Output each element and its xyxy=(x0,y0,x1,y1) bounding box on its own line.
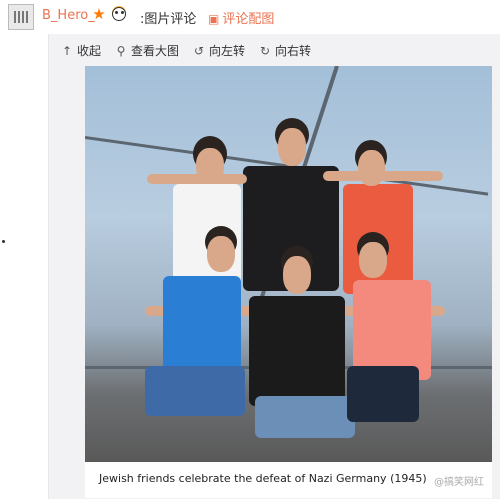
comment-header: B_Hero_ ★ :图片评论 ▣ 评论配图 xyxy=(0,0,500,34)
rotate-right-button[interactable]: ↻ 向右转 xyxy=(259,42,311,59)
jeans xyxy=(255,396,355,438)
person-face xyxy=(207,236,235,272)
magnifier-icon: ⚲ xyxy=(116,44,126,58)
arm xyxy=(147,174,247,184)
person-face xyxy=(278,128,306,166)
panda-icon[interactable] xyxy=(112,7,127,21)
rotate-left-button[interactable]: ↺ 向左转 xyxy=(193,42,245,59)
shorts xyxy=(347,366,419,422)
viewer-toolbar: ↑ 收起 ⚲ 查看大图 ↺ 向左转 ↻ 向右转 xyxy=(49,34,500,64)
collapse-label: 收起 xyxy=(77,44,102,58)
image-viewer: ↑ 收起 ⚲ 查看大图 ↺ 向左转 ↻ 向右转 Jewish friends c… xyxy=(48,34,500,499)
picture-icon: ▣ xyxy=(208,12,220,26)
bullet-dot xyxy=(2,240,5,243)
view-large-button[interactable]: ⚲ 查看大图 xyxy=(115,42,179,59)
rotate-right-icon: ↻ xyxy=(259,44,271,58)
user-avatar[interactable] xyxy=(8,4,34,30)
caption-strip: Jewish friends celebrate the defeat of N… xyxy=(85,462,492,498)
person-black-shirt-front xyxy=(249,296,345,406)
person-pink-shirt xyxy=(353,280,431,380)
photo-caption: Jewish friends celebrate the defeat of N… xyxy=(99,472,427,485)
star-icon[interactable]: ★ xyxy=(92,7,106,22)
jeans xyxy=(145,366,245,416)
username-link[interactable]: B_Hero_ xyxy=(42,8,95,23)
watermark: @搞笑网红 xyxy=(434,477,484,488)
collapse-button[interactable]: ↑ 收起 xyxy=(61,42,101,59)
comment-photo[interactable]: Jewish friends celebrate the defeat of N… xyxy=(85,66,492,498)
rotate-right-label: 向右转 xyxy=(275,44,312,58)
collapse-arrow-icon: ↑ xyxy=(61,44,73,58)
view-large-label: 查看大图 xyxy=(131,44,180,58)
comment-pic-label: 评论配图 xyxy=(222,12,275,27)
person-face xyxy=(283,256,311,294)
rotate-left-label: 向左转 xyxy=(209,44,246,58)
arm xyxy=(323,171,443,181)
person-face xyxy=(359,242,387,278)
user-badges: ★ xyxy=(92,6,128,22)
comment-type-label: :图片评论 xyxy=(140,12,197,27)
rotate-left-icon: ↺ xyxy=(193,44,205,58)
comment-pic-link[interactable]: ▣ 评论配图 xyxy=(208,8,274,27)
